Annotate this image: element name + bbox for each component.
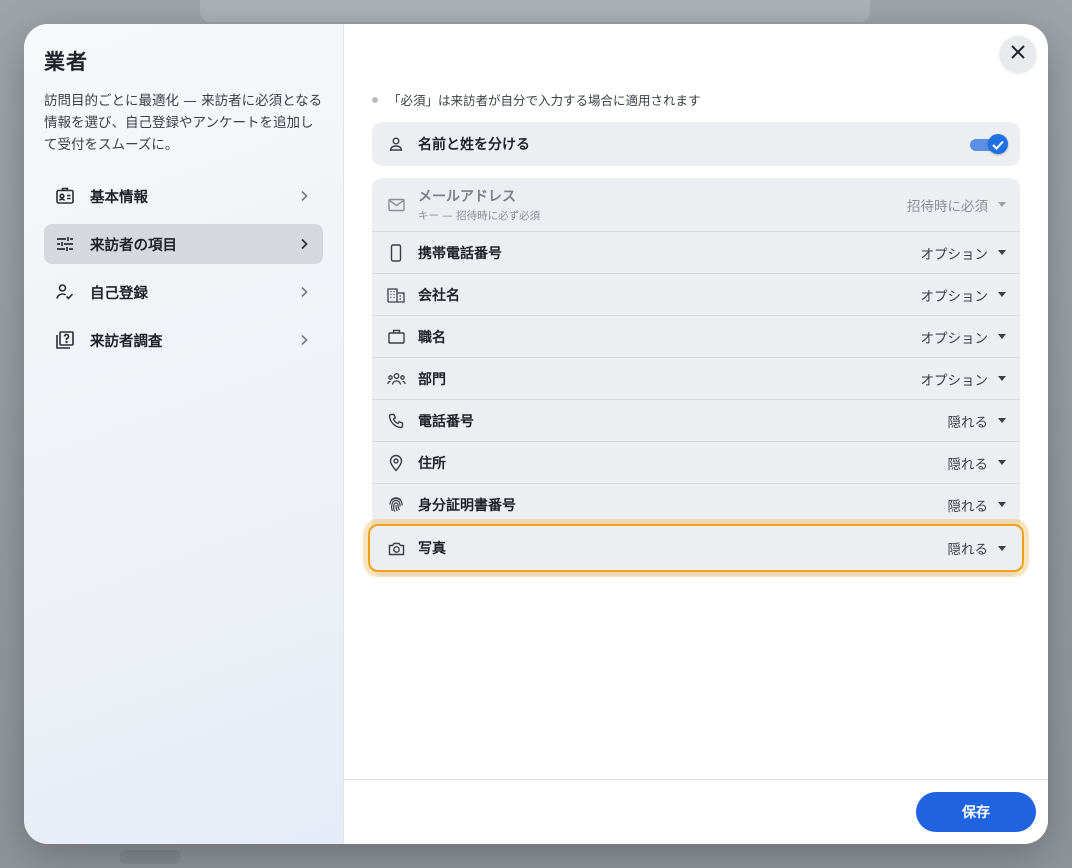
visitor-fields-list: メールアドレス キー — 招待時に必ず必須 招待時に必須 携帯電話番号 オプショ… (368, 178, 1024, 576)
field-label: 電話番号 (418, 413, 474, 430)
select-value: オプション (920, 330, 989, 347)
field-sublabel: キー — 招待時に必ず必須 (418, 210, 541, 222)
backdrop-element (120, 850, 180, 864)
field-requirement-select[interactable]: 隠れる (947, 453, 1006, 473)
field-row-department: 部門 オプション (372, 358, 1020, 400)
chevron-right-icon (297, 237, 311, 251)
caret-down-icon (998, 202, 1006, 207)
location-pin-icon (386, 454, 406, 472)
required-note: 「必須」は来訪者が自分で入力する場合に適用されます (372, 90, 701, 109)
field-row-id-number: 身分証明書番号 隠れる (372, 484, 1020, 526)
field-label: 身分証明書番号 (418, 497, 516, 514)
field-row-email: メールアドレス キー — 招待時に必ず必須 招待時に必須 (372, 178, 1020, 232)
field-label: 携帯電話番号 (418, 245, 502, 262)
nav-item-label: 基本情報 (90, 189, 148, 206)
select-value: 隠れる (947, 456, 989, 473)
person-check-icon (54, 281, 76, 303)
field-requirement-select[interactable]: オプション (920, 369, 1006, 389)
split-name-row: 名前と姓を分ける (372, 122, 1020, 166)
save-button[interactable]: 保存 (916, 792, 1036, 832)
nav-item-visitor-survey[interactable]: 来訪者調査 (44, 320, 323, 360)
survey-icon (54, 329, 76, 351)
phone-icon (386, 413, 406, 429)
field-label: 職名 (418, 329, 446, 346)
camera-icon (386, 541, 406, 556)
field-requirement-select: 招待時に必須 (907, 195, 1006, 215)
select-value: オプション (920, 288, 989, 305)
close-icon (1010, 44, 1026, 64)
split-name-toggle[interactable] (970, 133, 1008, 155)
nav-item-self-registration[interactable]: 自己登録 (44, 272, 323, 312)
field-label: 会社名 (418, 287, 460, 304)
field-row-photo: 写真 隠れる (368, 524, 1024, 572)
caret-down-icon (998, 376, 1006, 381)
toggle-knob (988, 134, 1008, 154)
caret-down-icon (998, 460, 1006, 465)
select-value: 隠れる (947, 498, 989, 515)
chevron-right-icon (297, 285, 311, 299)
modal-title: 業者 (44, 50, 88, 74)
person-icon (386, 136, 406, 152)
nav-item-label: 自己登録 (90, 285, 148, 302)
bullet-dot (372, 96, 378, 103)
close-button[interactable] (1000, 36, 1036, 72)
field-row-phone: 電話番号 隠れる (372, 400, 1020, 442)
field-requirement-select[interactable]: オプション (920, 285, 1006, 305)
nav-item-label: 来訪者の項目 (90, 237, 177, 254)
caret-down-icon (998, 250, 1006, 255)
group-icon (386, 372, 406, 386)
select-value: オプション (920, 372, 989, 389)
fingerprint-icon (386, 496, 406, 513)
mobile-icon (386, 243, 406, 262)
field-requirement-select[interactable]: 隠れる (947, 495, 1006, 515)
field-label: 写真 (418, 541, 446, 557)
caret-down-icon (998, 418, 1006, 423)
modal-footer: 保存 (344, 779, 1048, 844)
field-requirement-select[interactable]: 隠れる (947, 411, 1006, 431)
chevron-right-icon (297, 333, 311, 347)
briefcase-icon (386, 329, 406, 344)
note-text: 「必須」は来訪者が自分で入力する場合に適用されます (388, 93, 701, 108)
caret-down-icon (998, 545, 1006, 551)
caret-down-icon (998, 334, 1006, 339)
field-row-mobile: 携帯電話番号 オプション (372, 232, 1020, 274)
field-requirement-select[interactable]: オプション (920, 327, 1006, 347)
sliders-icon (54, 233, 76, 255)
field-requirement-select[interactable]: オプション (920, 243, 1006, 263)
select-value: 招待時に必須 (907, 198, 988, 215)
field-label: 住所 (418, 455, 446, 472)
building-icon (386, 287, 406, 303)
field-requirement-select[interactable]: 隠れる (947, 538, 1006, 558)
caret-down-icon (998, 502, 1006, 507)
modal-sidebar: 業者 訪問目的ごとに最適化 — 来訪者に必須となる情報を選び、自己登録やアンケー… (24, 24, 344, 844)
select-value: 隠れる (947, 414, 989, 431)
select-value: オプション (920, 246, 989, 263)
settings-modal: 業者 訪問目的ごとに最適化 — 来訪者に必須となる情報を選び、自己登録やアンケー… (24, 24, 1048, 844)
field-row-address: 住所 隠れる (372, 442, 1020, 484)
check-icon (992, 135, 1004, 154)
chevron-right-icon (297, 189, 311, 203)
nav-item-label: 来訪者調査 (90, 333, 163, 350)
modal-content: 「必須」は来訪者が自分で入力する場合に適用されます 名前と姓を分ける メールアド… (344, 24, 1048, 844)
caret-down-icon (998, 292, 1006, 297)
field-label: メールアドレス (418, 189, 516, 205)
field-row-job-title: 職名 オプション (372, 316, 1020, 358)
mail-icon (386, 198, 406, 212)
select-value: 隠れる (947, 542, 989, 558)
field-label: 部門 (418, 371, 446, 388)
nav-item-basic-info[interactable]: 基本情報 (44, 176, 323, 216)
nav-item-visitor-fields[interactable]: 来訪者の項目 (44, 224, 323, 264)
field-row-company: 会社名 オプション (372, 274, 1020, 316)
id-card-icon (54, 185, 76, 207)
modal-description: 訪問目的ごとに最適化 — 来訪者に必須となる情報を選び、自己登録やアンケートを追… (44, 93, 323, 153)
split-name-label: 名前と姓を分ける (418, 137, 530, 153)
backdrop-header (200, 0, 870, 22)
